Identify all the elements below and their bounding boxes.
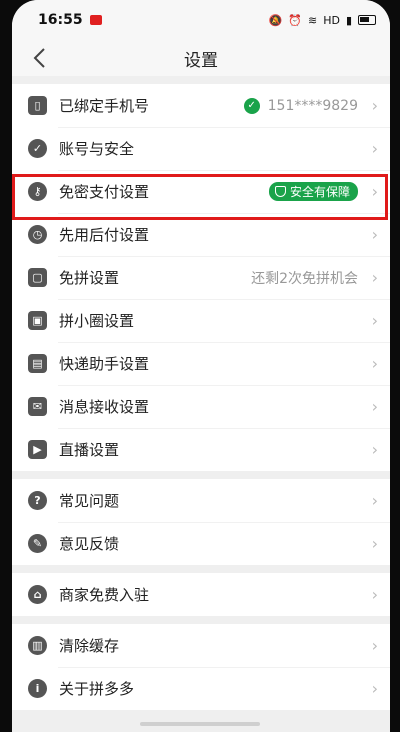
row-label: 商家免费入驻	[59, 586, 150, 604]
chevron-right-icon: ›	[371, 182, 378, 201]
ticket-icon: ▢	[28, 268, 47, 287]
status-icons: 🔕 ⏰ ≋ HD ▮	[269, 14, 376, 27]
row-label: 免拼设置	[59, 269, 120, 287]
chevron-right-icon: ›	[371, 440, 378, 459]
page-title: 设置	[184, 50, 218, 71]
row-group-free[interactable]: ▢ 免拼设置 还剩2次免拼机会 ›	[12, 256, 390, 299]
row-label: 关于拼多多	[59, 680, 135, 698]
key-icon: ⚷	[28, 182, 47, 201]
status-time: 16:55	[38, 12, 83, 28]
home-indicator	[140, 722, 260, 726]
store-icon: ⌂	[28, 585, 47, 604]
row-password-free-pay[interactable]: ⚷ 免密支付设置 安全有保障 ›	[12, 170, 390, 213]
row-courier-assistant[interactable]: ▤ 快递助手设置 ›	[12, 342, 390, 385]
mail-icon: ✉	[28, 397, 47, 416]
phone-icon: ▯	[28, 96, 47, 115]
alarm-icon: ⏰	[288, 13, 302, 27]
camera-icon: ▶	[28, 440, 47, 459]
signal-icon: ▮	[345, 13, 352, 27]
chevron-right-icon: ›	[371, 397, 378, 416]
info-icon: i	[28, 679, 47, 698]
back-arrow-icon[interactable]	[30, 46, 52, 70]
chevron-right-icon: ›	[371, 585, 378, 604]
chevron-right-icon: ›	[371, 139, 378, 158]
row-clear-cache[interactable]: ▥ 清除缓存 ›	[12, 624, 390, 667]
chevron-right-icon: ›	[371, 225, 378, 244]
row-merchant-join[interactable]: ⌂ 商家免费入驻 ›	[12, 573, 390, 616]
row-label: 消息接收设置	[59, 398, 150, 416]
nav-bar: 设置	[12, 40, 390, 76]
row-value: ✓ 151****9829	[243, 97, 358, 114]
chevron-right-icon: ›	[371, 491, 378, 510]
settings-group-misc: ▥ 清除缓存 › i 关于拼多多 ›	[12, 624, 390, 710]
row-label: 直播设置	[59, 441, 120, 459]
mute-icon: 🔕	[268, 13, 283, 27]
row-message-settings[interactable]: ✉ 消息接收设置 ›	[12, 385, 390, 428]
chevron-right-icon: ›	[371, 636, 378, 655]
battery-icon	[358, 15, 376, 25]
shield-icon: ✓	[28, 139, 47, 158]
row-label: 拼小圈设置	[59, 312, 135, 330]
row-label: 意见反馈	[59, 535, 120, 553]
question-icon: ?	[28, 491, 47, 510]
chevron-right-icon: ›	[371, 268, 378, 287]
row-bound-phone[interactable]: ▯ 已绑定手机号 ✓ 151****9829 ›	[12, 84, 390, 127]
chevron-right-icon: ›	[371, 96, 378, 115]
row-label: 快递助手设置	[59, 355, 150, 373]
security-badge: 安全有保障	[268, 182, 358, 201]
clock-icon: ◷	[28, 225, 47, 244]
pencil-icon: ✎	[28, 534, 47, 553]
trash-icon: ▥	[28, 636, 47, 655]
badge-shield-icon	[274, 186, 286, 197]
badge-text: 安全有保障	[289, 185, 350, 199]
row-pay-later[interactable]: ◷ 先用后付设置 ›	[12, 213, 390, 256]
row-circle-settings[interactable]: ▣ 拼小圈设置 ›	[12, 299, 390, 342]
settings-group-main: ▯ 已绑定手机号 ✓ 151****9829 › ✓ 账号与安全 › ⚷ 免密支…	[12, 84, 390, 471]
settings-group-help: ? 常见问题 › ✎ 意见反馈 ›	[12, 479, 390, 565]
row-label: 常见问题	[59, 492, 120, 510]
verified-check-icon: ✓	[243, 97, 260, 114]
row-label: 清除缓存	[59, 637, 120, 655]
row-faq[interactable]: ? 常见问题 ›	[12, 479, 390, 522]
network-label: HD	[323, 13, 340, 27]
bag-icon: ▣	[28, 311, 47, 330]
row-value: 还剩2次免拼机会	[251, 270, 358, 287]
row-live-settings[interactable]: ▶ 直播设置 ›	[12, 428, 390, 471]
row-account-security[interactable]: ✓ 账号与安全 ›	[12, 127, 390, 170]
status-bar: 16:55 🔕 ⏰ ≋ HD ▮	[12, 0, 390, 40]
chevron-right-icon: ›	[371, 354, 378, 373]
chevron-right-icon: ›	[371, 311, 378, 330]
row-about[interactable]: i 关于拼多多 ›	[12, 667, 390, 710]
row-label: 账号与安全	[59, 140, 135, 158]
chevron-right-icon: ›	[371, 534, 378, 553]
phone-number: 151****9829	[267, 97, 358, 114]
row-label: 已绑定手机号	[59, 97, 150, 115]
settings-group-merchant: ⌂ 商家免费入驻 ›	[12, 573, 390, 616]
row-label: 先用后付设置	[59, 226, 150, 244]
notification-app-icon	[89, 15, 102, 25]
parcel-icon: ▤	[28, 354, 47, 373]
phone-screen: 16:55 🔕 ⏰ ≋ HD ▮ 设置 ▯ 已绑定手机号 ✓ 151****98…	[12, 0, 390, 732]
wifi-icon: ≋	[307, 13, 318, 27]
row-label: 免密支付设置	[59, 183, 150, 201]
chevron-right-icon: ›	[371, 679, 378, 698]
row-feedback[interactable]: ✎ 意见反馈 ›	[12, 522, 390, 565]
